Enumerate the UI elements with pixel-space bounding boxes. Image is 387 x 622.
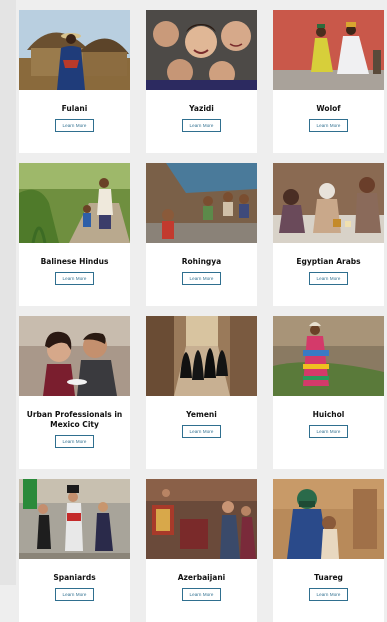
card-title: Fulani <box>61 104 88 113</box>
learn-more-button[interactable]: Learn More <box>55 119 94 132</box>
card-title: Spaniards <box>53 573 96 582</box>
learn-more-button[interactable]: Learn More <box>55 588 94 601</box>
card-spaniards[interactable]: Spaniards Learn More <box>19 479 130 622</box>
card-fulani[interactable]: Fulani Learn More <box>19 10 130 153</box>
azerbaijani-photo <box>146 479 257 559</box>
learn-more-button[interactable]: Learn More <box>309 119 348 132</box>
card-urban-professionals-mexico-city[interactable]: Urban Professionals in Mexico City Learn… <box>19 316 130 469</box>
card-azerbaijani[interactable]: Azerbaijani Learn More <box>146 479 257 622</box>
card-title: Wolof <box>316 104 341 113</box>
yazidi-photo <box>146 10 257 90</box>
learn-more-button[interactable]: Learn More <box>182 425 221 438</box>
rohingya-photo <box>146 163 257 243</box>
balinese-hindus-photo <box>19 163 130 243</box>
fulani-photo <box>19 10 130 90</box>
card-title: Egyptian Arabs <box>296 257 361 266</box>
card-wolof[interactable]: Wolof Learn More <box>273 10 384 153</box>
learn-more-button[interactable]: Learn More <box>182 272 221 285</box>
learn-more-button[interactable]: Learn More <box>309 272 348 285</box>
tuareg-photo <box>273 479 384 559</box>
yemeni-photo <box>146 316 257 396</box>
card-title: Yazidi <box>189 104 214 113</box>
egyptian-arabs-photo <box>273 163 384 243</box>
learn-more-button[interactable]: Learn More <box>309 425 348 438</box>
card-rohingya[interactable]: Rohingya Learn More <box>146 163 257 306</box>
left-sidebar-strip <box>0 0 16 585</box>
wolof-photo <box>273 10 384 90</box>
card-yemeni[interactable]: Yemeni Learn More <box>146 316 257 469</box>
learn-more-button[interactable]: Learn More <box>309 588 348 601</box>
card-title: Rohingya <box>181 257 222 266</box>
card-title: Urban Professionals in Mexico City <box>26 410 123 429</box>
card-yazidi[interactable]: Yazidi Learn More <box>146 10 257 153</box>
urban-professionals-photo <box>19 316 130 396</box>
learn-more-button[interactable]: Learn More <box>182 588 221 601</box>
learn-more-button[interactable]: Learn More <box>55 272 94 285</box>
card-tuareg[interactable]: Tuareg Learn More <box>273 479 384 622</box>
learn-more-button[interactable]: Learn More <box>55 435 94 448</box>
people-group-grid: Fulani Learn More Yazidi Learn More Wolo… <box>19 10 384 622</box>
card-title: Balinese Hindus <box>40 257 109 266</box>
card-huichol[interactable]: Huichol Learn More <box>273 316 384 469</box>
card-balinese-hindus[interactable]: Balinese Hindus Learn More <box>19 163 130 306</box>
learn-more-button[interactable]: Learn More <box>182 119 221 132</box>
card-title: Huichol <box>312 410 345 419</box>
card-title: Tuareg <box>314 573 343 582</box>
card-title: Azerbaijani <box>177 573 226 582</box>
huichol-photo <box>273 316 384 396</box>
card-title: Yemeni <box>186 410 217 419</box>
card-egyptian-arabs[interactable]: Egyptian Arabs Learn More <box>273 163 384 306</box>
spaniards-photo <box>19 479 130 559</box>
